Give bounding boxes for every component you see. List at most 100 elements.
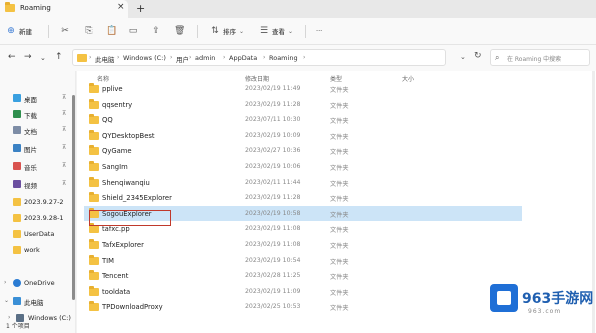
file-type: 文件夹	[330, 87, 349, 94]
folder-icon	[89, 176, 99, 187]
chevron-right-icon: ›	[223, 54, 226, 61]
file-type: 文件夹	[330, 211, 349, 219]
new-tab-button[interactable]: +	[136, 2, 145, 15]
nav-item-folder-2023-9-28[interactable]: 2023.9.28-1	[0, 211, 74, 225]
nav-item-onedrive[interactable]: › OneDrive	[0, 276, 74, 290]
nav-item-userdata[interactable]: UserData	[0, 227, 74, 241]
watermark-logo	[490, 284, 518, 312]
file-row[interactable]: SangIm 2023/02/19 10:06 文件夹	[84, 159, 522, 174]
file-date: 2023/02/19 10:09	[245, 131, 301, 139]
up-arrow-icon[interactable]: ↑	[55, 52, 63, 62]
folder-icon	[13, 230, 21, 238]
sort-button[interactable]: ⇅ 排序 ⌄	[210, 23, 244, 39]
file-row[interactable]: Shenqiwanqiu 2023/02/11 11:44 文件夹	[84, 175, 522, 190]
nav-item-desktop[interactable]: 桌面 ⊼	[0, 91, 74, 105]
file-type: 文件夹	[330, 180, 349, 188]
rename-button[interactable]: ▭	[128, 23, 141, 39]
nav-item-downloads[interactable]: 下载 ⊼	[0, 107, 74, 121]
nav-item-pictures[interactable]: 图片 ⊼	[0, 141, 74, 155]
file-row[interactable]: TPDownloadProxy 2023/02/25 10:53 文件夹	[84, 299, 522, 314]
watermark: 963手游网 963.com	[490, 282, 593, 322]
item-count: 1 个项目	[6, 323, 30, 330]
view-button[interactable]: ☰ 查看 ⌄	[259, 23, 293, 39]
chevron-right-icon: ›	[263, 54, 266, 61]
breadcrumb-admin[interactable]: admin	[195, 54, 215, 62]
breadcrumb-users[interactable]: 用户	[176, 54, 189, 64]
nav-scrollbar[interactable]	[72, 95, 75, 300]
plus-icon: ⊕	[7, 26, 15, 36]
copy-button[interactable]: ⎘	[84, 23, 97, 39]
nav-item-this-pc[interactable]: ⌄ 此电脑	[0, 294, 74, 308]
nav-item-videos[interactable]: 视频 ⊼	[0, 177, 74, 191]
file-row[interactable]: Shield_2345Explorer 2023/02/19 11:28 文件夹	[84, 190, 522, 205]
file-type: 文件夹	[330, 289, 349, 297]
file-row[interactable]: QyGame 2023/02/27 10:36 文件夹	[84, 143, 522, 158]
chevron-down-icon: ⌄	[288, 27, 294, 35]
more-button[interactable]: ···	[316, 23, 322, 39]
folder-icon	[89, 129, 99, 140]
chevron-down-icon: ⌄	[239, 27, 245, 35]
folder-icon	[89, 239, 99, 249]
rename-icon: ▭	[128, 26, 138, 36]
folder-icon	[77, 54, 87, 62]
paste-button[interactable]: 📋	[106, 23, 119, 39]
file-name: QyGame	[102, 147, 132, 156]
file-name: TIM	[102, 256, 115, 265]
file-name: Shenqiwanqiu	[102, 178, 150, 187]
back-arrow-icon[interactable]: ←	[8, 52, 16, 62]
file-name: QQ	[102, 116, 113, 125]
nav-item-music[interactable]: 音乐 ⊼	[0, 159, 74, 173]
video-icon	[13, 180, 21, 188]
chevron-right-icon: ›	[4, 279, 7, 286]
file-name: TafxExplorer	[102, 241, 144, 249]
delete-button[interactable]: 🗑	[174, 23, 187, 39]
share-button[interactable]: ⇪	[151, 23, 164, 39]
recent-dropdown-icon[interactable]: ⌄	[40, 54, 46, 62]
breadcrumb-roaming[interactable]: Roaming	[269, 54, 298, 62]
address-bar[interactable]: › 此电脑 › Windows (C:) › 用户 › admin › AppD…	[72, 49, 446, 66]
chevron-right-icon: ›	[170, 54, 173, 61]
breadcrumb-appdata[interactable]: AppData	[229, 54, 257, 62]
tab-roaming[interactable]: Roaming ×	[0, 0, 128, 18]
copy-icon: ⎘	[85, 26, 93, 36]
new-button[interactable]: ⊕ 新建	[6, 23, 32, 39]
file-date: 2023/02/25 10:53	[245, 303, 301, 311]
file-type: 文件夹	[330, 243, 349, 250]
file-date: 2023/02/19 11:49	[245, 85, 301, 92]
breadcrumb-drive[interactable]: Windows (C:)	[123, 54, 166, 62]
cut-button[interactable]: ✂	[60, 23, 73, 39]
cloud-icon	[13, 279, 21, 287]
music-icon	[13, 162, 21, 170]
divider	[305, 25, 306, 38]
file-row[interactable]: QYDesktopBest 2023/02/19 10:09 文件夹	[84, 128, 522, 143]
nav-item-folder-2023-9-27[interactable]: 2023.9.27-2	[0, 195, 74, 209]
file-row[interactable]: Tencent 2023/02/28 11:25 文件夹	[84, 268, 522, 283]
file-row[interactable]: qqsentry 2023/02/19 11:28 文件夹	[84, 97, 522, 112]
folder-icon	[89, 114, 99, 125]
file-name: Shield_2345Explorer	[102, 194, 172, 203]
share-icon: ⇪	[152, 26, 160, 36]
file-row[interactable]: TIM 2023/02/19 10:54 文件夹	[84, 253, 522, 268]
folder-icon	[13, 198, 21, 206]
refresh-icon[interactable]: ↻	[474, 51, 482, 61]
breadcrumb-this-pc[interactable]: 此电脑	[95, 54, 115, 64]
nav-item-documents[interactable]: 文档 ⊼	[0, 123, 74, 137]
forward-arrow-icon[interactable]: →	[24, 52, 32, 62]
folder-icon	[89, 223, 99, 234]
file-row[interactable]: QQ 2023/07/11 10:30 文件夹	[84, 112, 522, 127]
search-input[interactable]: ⌕ 在 Roaming 中搜索	[490, 49, 590, 66]
close-tab-button[interactable]: ×	[117, 2, 125, 12]
chevron-right-icon: ›	[117, 54, 120, 61]
file-date: 2023/02/19 11:28	[245, 194, 301, 202]
chevron-right-icon: ›	[189, 54, 192, 61]
address-dropdown-icon[interactable]: ⌄	[460, 53, 466, 61]
divider	[48, 25, 49, 38]
nav-item-work[interactable]: work	[0, 243, 74, 257]
folder-icon	[89, 161, 99, 171]
file-type: 文件夹	[330, 118, 349, 126]
pin-icon: ⊼	[62, 180, 67, 187]
file-row[interactable]: TafxExplorer 2023/02/19 11:08 文件夹	[84, 237, 522, 252]
file-row[interactable]: pplive 2023/02/19 11:49 文件夹	[84, 81, 522, 96]
file-row[interactable]: tooldata 2023/02/19 11:09 文件夹	[84, 284, 522, 299]
chevron-down-icon: ⌄	[4, 297, 10, 304]
